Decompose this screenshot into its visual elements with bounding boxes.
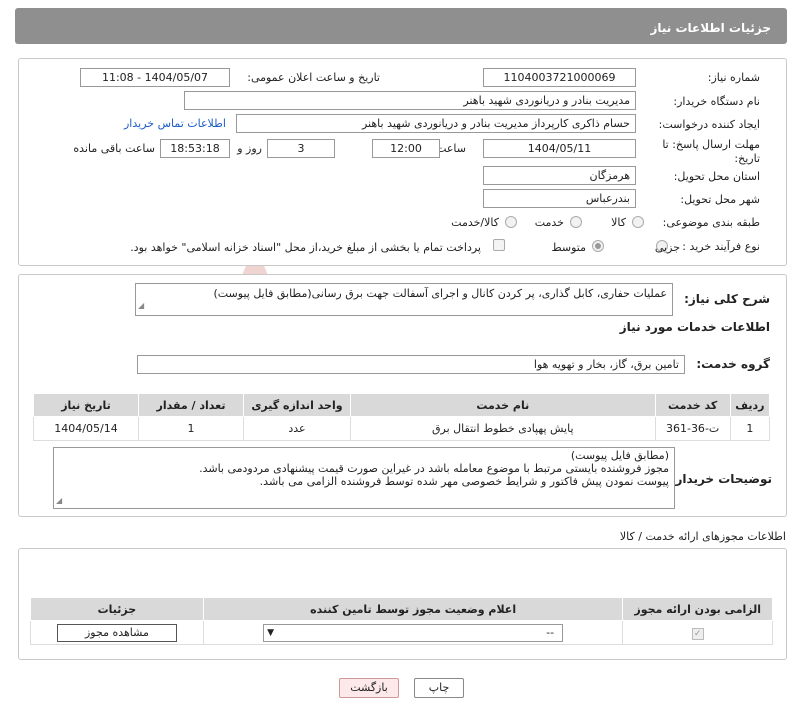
resize-grip-icon: ◢ (56, 496, 63, 505)
category-goods-radio[interactable] (632, 216, 644, 228)
city-label: شهر محل تحویل: (680, 193, 760, 206)
buyer-org-label: نام دستگاه خریدار: (673, 95, 760, 108)
province-label: استان محل تحویل: (673, 170, 760, 183)
cell-permit-details: مشاهده مجوز (30, 620, 204, 645)
deadline-time-field: 12:00 (372, 139, 440, 158)
category-goods-service-radio[interactable] (505, 216, 517, 228)
col-permit-required: الزامی بودن ارائه مجوز (622, 597, 773, 621)
process-type-label: نوع فرآیند خرید : (682, 240, 760, 253)
resize-grip-icon: ◢ (138, 301, 145, 310)
buyer-notes-line-3: پیوست نمودن پیش فاکتور و شرایط خصوصی مهر… (259, 475, 669, 488)
buyer-notes-line-2: مجوز فروشنده بایستی مرتبط با موضوع معامل… (199, 462, 669, 475)
process-medium-radio[interactable] (592, 240, 604, 252)
back-button[interactable]: بازگشت (339, 678, 399, 698)
cell-quantity: 1 (138, 416, 244, 441)
col-permit-details: جزئیات (30, 597, 204, 621)
category-service-label: خدمت (534, 216, 564, 229)
col-service-name: نام خدمت (349, 393, 656, 417)
col-unit: واحد اندازه گیری (242, 393, 351, 417)
services-section-title: اطلاعات خدمات مورد نیاز (619, 320, 770, 334)
cell-unit: عدد (242, 416, 351, 441)
service-group-label: گروه خدمت: (696, 357, 770, 371)
category-label: طبقه بندی موضوعی: (662, 216, 760, 229)
deadline-date-field: 1404/05/11 (483, 139, 636, 158)
buyer-notes-line-1: (مطابق فایل پیوست) (570, 449, 669, 462)
col-need-date: تاریخ نیاز (33, 393, 139, 417)
cell-permit-required: ✓ (622, 620, 773, 645)
announce-datetime-label: تاریخ و ساعت اعلان عمومی: (247, 71, 380, 84)
need-summary-text: عملیات حفاری، کابل گذاری، پر کردن کانال … (213, 287, 667, 300)
col-service-code: کد خدمت (654, 393, 731, 417)
need-summary-textarea[interactable]: عملیات حفاری، کابل گذاری، پر کردن کانال … (135, 283, 673, 316)
permit-status-select[interactable]: -- ▼ (263, 623, 564, 642)
col-row-number: ردیف (729, 393, 771, 417)
services-table: ردیف کد خدمت نام خدمت واحد اندازه گیری ت… (33, 393, 771, 441)
cell-row-number: 1 (729, 416, 771, 441)
creator-label: ایجاد کننده درخواست: (658, 118, 760, 131)
remaining-time-label: ساعت باقی مانده (73, 142, 155, 155)
view-permit-button[interactable]: مشاهده مجوز (56, 623, 177, 642)
cell-need-date: 1404/05/14 (33, 416, 139, 441)
permits-section-title: اطلاعات مجوزهای ارائه خدمت / کالا (619, 530, 786, 543)
permit-status-value: -- (546, 625, 555, 639)
print-button[interactable]: چاپ (414, 678, 464, 698)
buyer-notes-textarea[interactable]: (مطابق فایل پیوست) مجوز فروشنده بایستی م… (53, 447, 675, 509)
need-number-field: 1104003721000069 (483, 68, 636, 87)
process-medium-label: متوسط (551, 241, 586, 254)
cell-service-name: پایش پهپادی خطوط انتقال برق (349, 416, 656, 441)
process-minor-label: جزیی (654, 241, 680, 254)
need-summary-label: شرح کلی نیاز: (684, 292, 770, 306)
table-row: 1 ت-36-361 پایش پهپادی خطوط انتقال برق ع… (33, 416, 771, 441)
permit-required-checkbox: ✓ (691, 627, 704, 640)
days-remaining-field: 3 (267, 139, 335, 158)
category-service-radio[interactable] (570, 216, 582, 228)
creator-field: حسام ذاکری کارپرداز مدیریت بنادر و دریان… (236, 114, 636, 133)
payment-note: پرداخت تمام یا بخشی از مبلغ خرید،از محل … (130, 241, 481, 254)
category-goods-label: کالا (611, 216, 626, 229)
table-row: ✓ -- ▼ مشاهده مجوز (30, 620, 773, 645)
province-field: هرمزگان (483, 166, 636, 185)
cell-permit-status: -- ▼ (202, 620, 624, 645)
announce-datetime-field: 1404/05/07 - 11:08 (80, 68, 230, 87)
deadline-time-label: ساعت (436, 142, 466, 155)
chevron-down-icon: ▼ (267, 627, 275, 638)
buyer-org-field: مدیریت بنادر و دریانوردی شهید باهنر (184, 91, 636, 110)
col-permit-status: اعلام وضعیت مجوز توسط تامین کننده (202, 597, 624, 621)
permits-table: الزامی بودن ارائه مجوز اعلام وضعیت مجوز … (30, 597, 773, 645)
days-label: روز و (237, 142, 262, 155)
service-group-field: تامین برق، گاز، بخار و تهویه هوا (137, 355, 685, 374)
cell-service-code: ت-36-361 (654, 416, 731, 441)
page-title: جزئیات اطلاعات نیاز (15, 8, 787, 44)
buyer-contact-link[interactable]: اطلاعات تماس خریدار (124, 117, 226, 130)
treasury-bond-checkbox[interactable] (493, 239, 505, 251)
city-field: بندرعباس (483, 189, 636, 208)
need-number-label: شماره نیاز: (707, 71, 760, 84)
buyer-notes-label: توضیحات خریدار: (670, 472, 772, 486)
deadline-label: مهلت ارسال پاسخ: تا تاریخ: (662, 138, 760, 165)
category-goods-service-label: کالا/خدمت (451, 216, 499, 229)
col-quantity: تعداد / مقدار (138, 393, 244, 417)
remaining-time-field: 18:53:18 (160, 139, 230, 158)
